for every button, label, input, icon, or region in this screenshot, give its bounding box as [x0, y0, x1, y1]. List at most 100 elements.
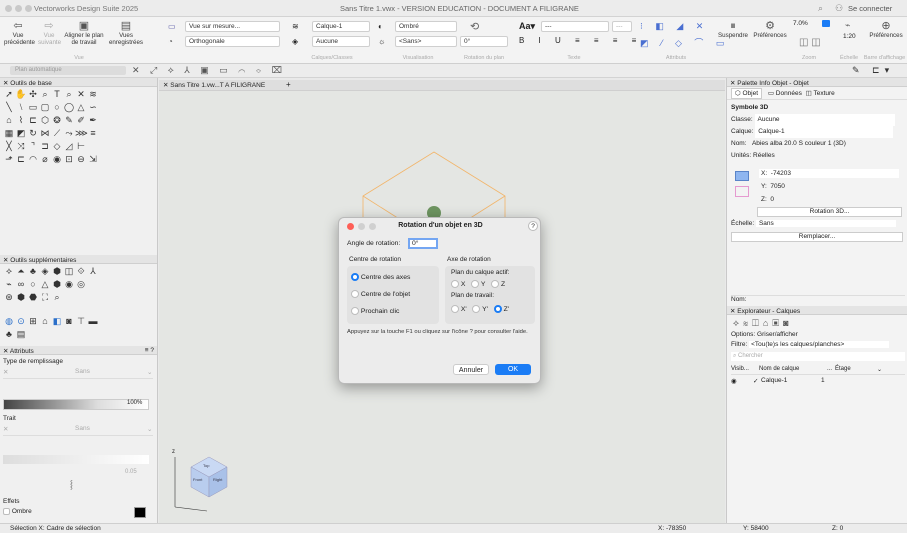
palette-6-icon[interactable]: ◙	[63, 316, 75, 327]
pan-tool-icon[interactable]: ✋	[15, 89, 27, 100]
3d-tool-9-icon[interactable]: ⌁	[3, 279, 15, 290]
layer-select[interactable]: Calque-1	[312, 21, 370, 32]
col-more[interactable]: ...	[827, 366, 832, 372]
hexagon-tool-icon[interactable]: ⬡	[39, 115, 51, 126]
polygon-tool-icon[interactable]: ⌂	[3, 115, 15, 126]
zoom-dropdown-icon[interactable]	[822, 20, 830, 27]
callout-tool-icon[interactable]: ⌕	[63, 89, 75, 100]
plan-rotation-angle[interactable]: 0°	[460, 36, 508, 47]
attribute-icons[interactable]: ⁝ ◧ ◢ ✕	[640, 21, 708, 32]
saved-views-button[interactable]: ▤ Vues enregistrées	[108, 20, 144, 46]
view-select[interactable]: Vue sur mesure...	[185, 21, 280, 32]
close-window-button[interactable]	[5, 5, 12, 12]
preferences2-button[interactable]: ⊕ Préférences	[866, 20, 906, 39]
text-format-buttons[interactable]: B I U ≡ ≡ ≡ ≡	[519, 36, 642, 45]
snap-tools[interactable]: ✕ ⤢ ⟡ ⅄ ▣ ▭ ⌒ ⌔ ⌧	[132, 65, 286, 76]
3d-tool-20-icon[interactable]: ⌕	[51, 292, 63, 303]
line-tool-icon[interactable]: ╲	[3, 102, 15, 113]
explorer-toolbar[interactable]: ⟡≋◫⌂▣◙	[733, 318, 793, 329]
rotation-3d-button[interactable]: Rotation 3D...	[757, 207, 902, 217]
previous-view-button[interactable]: ⇦ Vue précédente	[4, 20, 35, 46]
text-tool-icon[interactable]: T	[51, 89, 63, 100]
sign-in-link[interactable]: Se connecter	[848, 4, 892, 13]
3d-tool-6-icon[interactable]: ◫	[63, 266, 75, 277]
filter-value[interactable]: <Tou(te)s les calques/planches>	[749, 341, 890, 348]
axis-z-option[interactable]: Z	[491, 280, 505, 288]
layer-tool-icon[interactable]: ≋	[87, 89, 99, 100]
document-tab[interactable]: ✕ Sans Titre 1.vw...T A FILIGRANE	[163, 81, 265, 89]
align-workplane-button[interactable]: ▣ Aligner le plan de travail	[64, 20, 104, 46]
3d-tool-8-icon[interactable]: ⅄	[87, 266, 99, 277]
stroke-opacity-slider[interactable]	[3, 455, 149, 464]
3d-tool-5-icon[interactable]: ⬢	[51, 266, 63, 277]
font-select[interactable]: ---	[541, 21, 609, 32]
extra-tool-2-icon[interactable]: ⊏	[15, 154, 27, 165]
fill-tool-icon[interactable]: ◩	[15, 128, 27, 139]
palette-5-icon[interactable]: ◧	[51, 316, 63, 327]
clip-tool-icon[interactable]: ⊐	[39, 141, 51, 152]
rectangle-tool-icon[interactable]: ▭	[27, 102, 39, 113]
attr-map-tool-icon[interactable]: ◇	[51, 141, 63, 152]
bottom-name-field[interactable]: Nom:	[731, 295, 905, 303]
visibility-tool-icon[interactable]: ◿	[63, 141, 75, 152]
plan-auto-toggle[interactable]: Plan automatique	[10, 66, 126, 75]
render-mode-select[interactable]: Ombré	[395, 21, 457, 32]
chamfer-tool-icon[interactable]: ⌝	[27, 141, 39, 152]
attribute-icons-2[interactable]: ◩ ⁄ ◇ ⌒ ▭	[640, 36, 729, 49]
palette-4-icon[interactable]: ⌂	[39, 316, 51, 327]
3d-tool-11-icon[interactable]: ○	[27, 279, 39, 290]
line-style-icon[interactable]: ⸾	[70, 479, 73, 490]
font-icon[interactable]: Aa▾	[519, 21, 535, 32]
replace-button[interactable]: Remplacer...	[731, 232, 903, 242]
axis-y-option[interactable]: Y	[471, 280, 485, 288]
shadow-color-swatch[interactable]	[134, 507, 146, 518]
col-visibility[interactable]: Visib...	[731, 366, 749, 372]
trim-tool-icon[interactable]: ⋙	[75, 128, 88, 139]
layer-row-calque1[interactable]: ◉ ✓ Calque-1 1	[731, 377, 905, 386]
curve-tool-icon[interactable]: ∽	[87, 102, 99, 113]
extra-tool-5-icon[interactable]: ◉	[51, 154, 63, 165]
x-field[interactable]: X: -74203	[759, 169, 899, 178]
zoom-window-button[interactable]	[25, 5, 32, 12]
extra-tool-4-icon[interactable]: ⌀	[39, 154, 51, 165]
class-value[interactable]: Aucune	[754, 114, 895, 126]
3d-tool-18-icon[interactable]: ⬣	[27, 292, 39, 303]
light-select[interactable]: <Sans>	[395, 36, 457, 47]
col-story[interactable]: Étage	[835, 366, 851, 372]
wall-tool-icon[interactable]: ⊏	[27, 115, 39, 126]
extra-tool-7-icon[interactable]: ⊖	[75, 154, 87, 165]
extra-tool-1-icon[interactable]: ⬏	[3, 154, 15, 165]
palette-8-icon[interactable]: ▬	[87, 316, 99, 327]
preferences-button[interactable]: ⚙ Préférences	[752, 20, 788, 39]
extra-tool-8-icon[interactable]: ⇲	[87, 154, 99, 165]
shadow-checkbox[interactable]: Ombre	[3, 508, 32, 515]
3d-tool-3-icon[interactable]: ♣	[27, 266, 39, 277]
3d-tool-1-icon[interactable]: ⟡	[3, 266, 15, 277]
scale-value[interactable]: Sans	[755, 220, 896, 227]
selection-tool-icon[interactable]: ➚	[3, 89, 15, 100]
help-button[interactable]: ?	[528, 221, 538, 231]
fillet-tool-icon[interactable]: ≡	[87, 128, 99, 139]
circle-tool-icon[interactable]: ○	[51, 102, 63, 113]
3d-tool-12-icon[interactable]: △	[39, 279, 51, 290]
tab-objet[interactable]: ⬡ Objet	[731, 88, 763, 99]
3d-tool-14-icon[interactable]: ◉	[63, 279, 75, 290]
position-anchor-icon[interactable]	[735, 171, 749, 181]
oval-tool-icon[interactable]: ◯	[63, 102, 75, 113]
attributes-menu-icon[interactable]: ≡ ?	[145, 347, 154, 354]
palette-3-icon[interactable]: ⊞	[27, 316, 39, 327]
y-field[interactable]: Y: 7050	[759, 182, 899, 191]
split-tool-icon[interactable]: ╳	[3, 141, 15, 152]
mirror-tool-icon[interactable]: ⋈	[39, 128, 51, 139]
extra-tool-3-icon[interactable]: ◠	[27, 154, 39, 165]
axis-x-option[interactable]: X	[451, 280, 465, 288]
ok-button[interactable]: OK	[495, 364, 531, 375]
3d-tool-10-icon[interactable]: ∞	[15, 279, 27, 290]
units-value[interactable]: Réelles	[753, 152, 775, 159]
triangle-tool-icon[interactable]: △	[75, 102, 87, 113]
angle-input[interactable]: 0°	[408, 238, 438, 249]
tab-donnees[interactable]: ▭ Données	[768, 90, 802, 97]
col-layer-name[interactable]: Nom de calque	[759, 366, 799, 372]
double-line-tool-icon[interactable]: ⧵	[15, 102, 27, 113]
3d-tool-13-icon[interactable]: ⬢	[51, 279, 63, 290]
